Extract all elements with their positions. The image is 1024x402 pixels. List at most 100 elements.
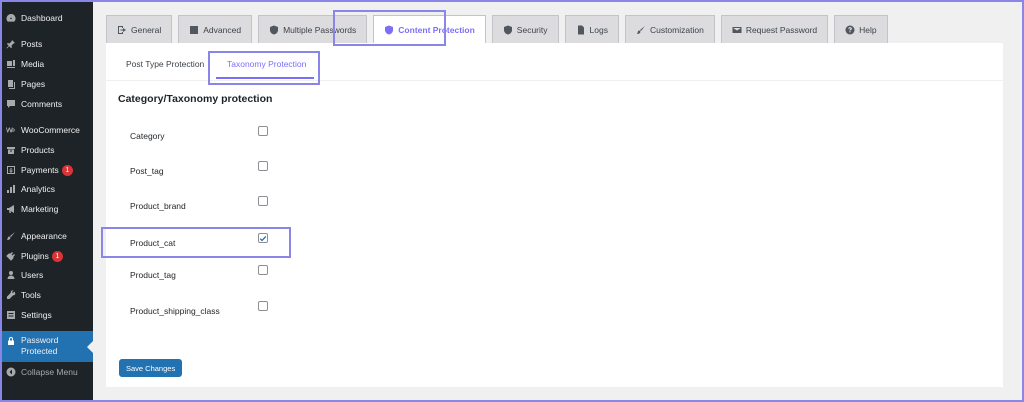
tab-content-protection[interactable]: Content Protection [373,15,486,43]
admin-sidebar: Dashboard Posts Media Pages Comments Woo… [0,0,93,402]
sidebar-item-dashboard[interactable]: Dashboard [0,8,93,28]
shield-icon [269,25,279,35]
dashboard-icon [5,12,17,24]
subtab-taxonomy-protection[interactable]: Taxonomy Protection [227,53,306,75]
sidebar-item-label-line1: Password [21,335,59,345]
checkbox-product-tag[interactable] [258,265,268,275]
sidebar-item-settings[interactable]: Settings [0,305,93,325]
bar-chart-icon [5,183,17,195]
sidebar-item-label: Pages [21,79,46,89]
sidebar-item-analytics[interactable]: Analytics [0,179,93,199]
tab-label: Customization [649,24,704,35]
shield-icon [503,25,513,35]
settings-panel: Post Type Protection Taxonomy Protection… [101,43,1003,387]
sidebar-item-users[interactable]: Users [0,265,93,285]
tab-label: Request Password [745,24,818,35]
sidebar-item-label: Appearance [21,231,67,241]
active-subtab-underline [216,77,314,79]
tab-logs[interactable]: Logs [564,15,619,43]
sidebar-item-appearance[interactable]: Appearance [0,226,93,246]
dollar-icon [5,164,17,176]
save-changes-button[interactable]: Save Changes [119,359,183,377]
exit-icon [117,25,127,35]
checkbox-category[interactable] [258,126,268,136]
plug-icon [5,250,17,262]
subtab-label: Post Type Protection [126,59,205,69]
tab-security[interactable]: Security [491,15,559,43]
sidebar-item-label: Payments [21,165,59,175]
settings-icon [5,309,17,321]
sidebar-item-plugins[interactable]: Plugins 1 [0,246,93,266]
help-icon [845,25,855,35]
active-indicator-arrow [87,341,93,353]
tab-label: Logs [589,24,608,35]
comment-icon [5,98,17,110]
sidebar-item-payments[interactable]: Payments 1 [0,160,93,180]
sidebar-item-password-protected[interactable]: Password Protected [0,331,93,362]
archive-icon [5,144,17,156]
sidebar-item-label: Comments [21,99,63,109]
media-icon [5,58,17,70]
sidebar-item-label: Posts [21,39,43,49]
megaphone-icon [5,203,17,215]
collapse-menu-label: Collapse Menu [21,367,78,377]
taxonomy-label-product-cat: Product_cat [130,238,176,248]
sidebar-item-label-line2: Protected [21,346,58,356]
checkbox-product-shipping-class[interactable] [258,301,268,311]
tab-label: Content Protection [398,24,475,35]
taxonomy-label-product-shipping-class: Product_shipping_class [130,306,220,316]
sidebar-item-label: Marketing [21,204,59,214]
tab-general[interactable]: General [106,15,173,43]
sidebar-item-tools[interactable]: Tools [0,285,93,305]
sidebar-item-label: Tools [21,290,41,300]
sidebar-item-products[interactable]: Products [0,140,93,160]
sidebar-item-label: Products [21,145,55,155]
sidebar-item-marketing[interactable]: Marketing [0,199,93,219]
tab-customization[interactable]: Customization [624,15,715,43]
subtab-label: Taxonomy Protection [227,59,307,69]
checkmark-icon [259,235,267,241]
sidebar-item-pages[interactable]: Pages [0,74,93,94]
notification-badge: 1 [51,250,63,262]
pages-icon [5,78,17,90]
collapse-icon [5,366,17,378]
subtab-post-type-protection[interactable]: Post Type Protection [126,53,204,75]
tab-label: Multiple Passwords [283,24,357,35]
tab-label: Advanced [203,24,242,35]
notification-badge: 1 [61,164,73,176]
tab-label: Security [516,24,548,35]
sidebar-item-posts[interactable]: Posts [0,34,93,54]
sidebar-item-label: WooCommerce [21,125,80,135]
sidebar-item-label: Dashboard [21,13,63,23]
tab-multiple-passwords[interactable]: Multiple Passwords [258,15,368,43]
sidebar-item-media[interactable]: Media [0,54,93,74]
tab-help[interactable]: Help [834,15,888,43]
terminal-icon [189,25,199,35]
taxonomy-label-post-tag: Post_tag [130,166,164,176]
tab-label: Help [859,24,877,35]
document-icon [576,25,586,35]
wrench-icon [5,289,17,301]
sidebar-item-woocommerce[interactable]: WooCommerce [0,120,93,140]
users-icon [5,269,17,281]
tab-label: General [131,24,162,35]
sidebar-item-label: Plugins [21,251,49,261]
checkbox-product-cat[interactable] [258,233,268,243]
pin-icon [5,38,17,50]
sidebar-item-comments[interactable]: Comments [0,94,93,114]
checkbox-post-tag[interactable] [258,161,268,171]
brush-icon [636,25,646,35]
taxonomy-label-product-tag: Product_tag [130,270,176,280]
section-title: Category/Taxonomy protection [118,93,273,105]
tab-advanced[interactable]: Advanced [178,15,253,43]
subtabs: Post Type Protection Taxonomy Protection [106,43,1003,85]
settings-tabs: General Advanced Multiple Passwords Cont… [106,15,894,43]
brush-icon [5,230,17,242]
checkbox-product-brand[interactable] [258,196,268,206]
email-icon [732,25,742,35]
collapse-menu-button[interactable]: Collapse Menu [0,362,93,382]
woocommerce-icon [5,124,17,136]
sidebar-item-label: Media [21,59,45,69]
sidebar-item-label: Settings [21,310,52,320]
tab-request-password[interactable]: Request Password [720,15,829,43]
